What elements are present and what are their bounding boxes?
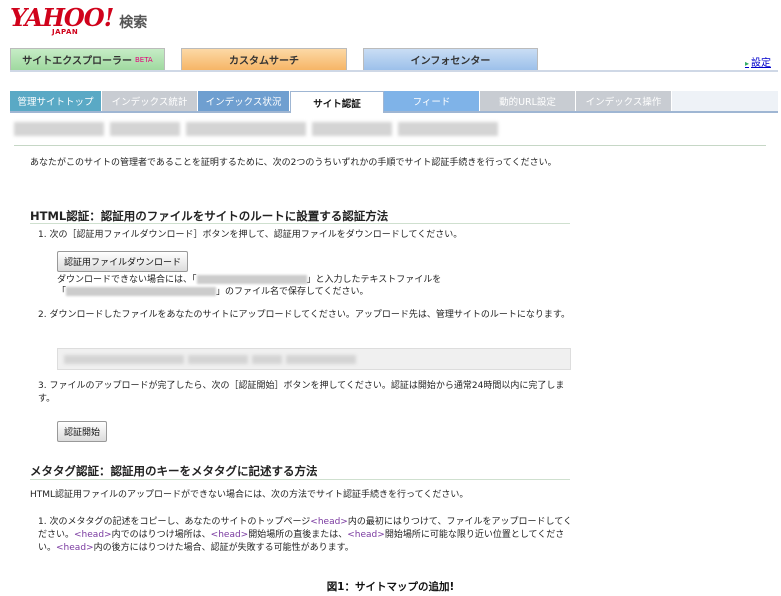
head-tag: <head> xyxy=(347,530,385,540)
note-text: 「 xyxy=(57,287,67,297)
tab-label: サイトエクスプローラー xyxy=(22,56,132,67)
html-auth-heading: HTML認証：認証用のファイルをサイトのルートに設置する認証方法 xyxy=(30,209,389,223)
tab-custom-search[interactable]: カスタムサーチ xyxy=(181,48,347,70)
beta-badge: BETA xyxy=(134,55,153,64)
tab-site-top[interactable]: 管理サイトトップ xyxy=(10,91,102,111)
upload-url-field[interactable] xyxy=(57,348,571,370)
site-title-redacted xyxy=(14,122,504,136)
divider xyxy=(14,145,766,146)
meta-auth-heading: メタタグ認証：認証用のキーをメタタグに記述する方法 xyxy=(30,464,318,478)
download-note: ダウンロードできない場合には、「 」と入力したテキストファイルを 「 」のファイル名… xyxy=(57,274,477,298)
sub-tabs: 管理サイトトップ インデックス統計 インデックス状況 サイト認証 フィード 動的… xyxy=(10,91,778,113)
step-text: 開始場所の直後または、 xyxy=(248,530,348,540)
tab-site-auth[interactable]: サイト認証 xyxy=(290,91,384,113)
head-tag: <head> xyxy=(310,517,348,527)
tab-index-status[interactable]: インデックス状況 xyxy=(198,91,290,111)
settings-label: 設定 xyxy=(751,58,771,69)
logo-text: YAHOO! xyxy=(10,3,114,32)
note-text: ダウンロードできない場合には、「 xyxy=(57,275,197,285)
figure-caption: 図1：サイトマップの追加! xyxy=(326,581,455,593)
tab-site-explorer[interactable]: サイトエクスプローラー BETA xyxy=(10,48,165,70)
yahoo-logo[interactable]: YAHOO! JAPAN 検索 xyxy=(10,3,148,37)
step-1: 1. 次の［認証用ファイルダウンロード］ボタンを押して、認証用ファイルをダウンロ… xyxy=(38,230,463,240)
meta-step-1: 1. 次のメタタグの記述をコピーし、あなたのサイトのトップページ<head>内の… xyxy=(38,516,578,555)
step-3: 3. ファイルのアップロードが完了したら、次の［認証開始］ボタンを押してください… xyxy=(38,381,565,404)
tab-feed[interactable]: フィード xyxy=(384,91,480,111)
arrow-right-icon: ▸ xyxy=(744,59,749,68)
tab-index-stats[interactable]: インデックス統計 xyxy=(102,91,198,111)
redacted-key xyxy=(196,275,307,284)
tab-label: カスタムサーチ xyxy=(229,56,299,67)
tab-label: インフォセンター xyxy=(410,56,491,67)
intro-text: あなたがこのサイトの管理者であることを証明するために、次の2つのうちいずれかの手… xyxy=(30,158,557,168)
head-tag: <head> xyxy=(210,530,249,540)
head-tag: <head> xyxy=(56,543,94,553)
divider xyxy=(30,479,570,480)
redacted-filename xyxy=(66,287,217,296)
tab-dynamic-url[interactable]: 動的URL設定 xyxy=(480,91,576,111)
start-auth-button[interactable]: 認証開始 xyxy=(57,421,108,442)
divider xyxy=(10,70,778,72)
divider xyxy=(30,223,570,224)
tab-info-center[interactable]: インフォセンター xyxy=(363,48,538,70)
note-text: 」のファイル名で保存してください。 xyxy=(216,287,369,297)
download-auth-file-button[interactable]: 認証用ファイルダウンロード xyxy=(57,251,189,272)
tab-spacer xyxy=(672,91,778,111)
head-tag: <head> xyxy=(74,530,112,540)
note-text: 」と入力したテキストファイルを xyxy=(306,275,442,285)
step-text: 内でのはりつけ場所は、 xyxy=(111,530,211,540)
logo-sub-text: JAPAN xyxy=(52,28,79,36)
settings-link[interactable]: ▸ 設定 xyxy=(745,54,771,69)
step-text: 内の後方にはりつけた場合、認証が失敗する可能性があります。 xyxy=(93,543,354,553)
search-label: 検索 xyxy=(119,15,148,31)
tab-index-ops[interactable]: インデックス操作 xyxy=(576,91,672,111)
product-tabs: サイトエクスプローラー BETA カスタムサーチ インフォセンター xyxy=(10,48,778,70)
step-text: 1. 次のメタタグの記述をコピーし、あなたのサイトのトップページ xyxy=(38,517,311,527)
step-2: 2. ダウンロードしたファイルをあなたのサイトにアップロードしてください。アップ… xyxy=(38,310,571,320)
meta-intro-text: HTML認証用ファイルのアップロードができない場合には、次の方法でサイト認証手続… xyxy=(30,490,469,500)
